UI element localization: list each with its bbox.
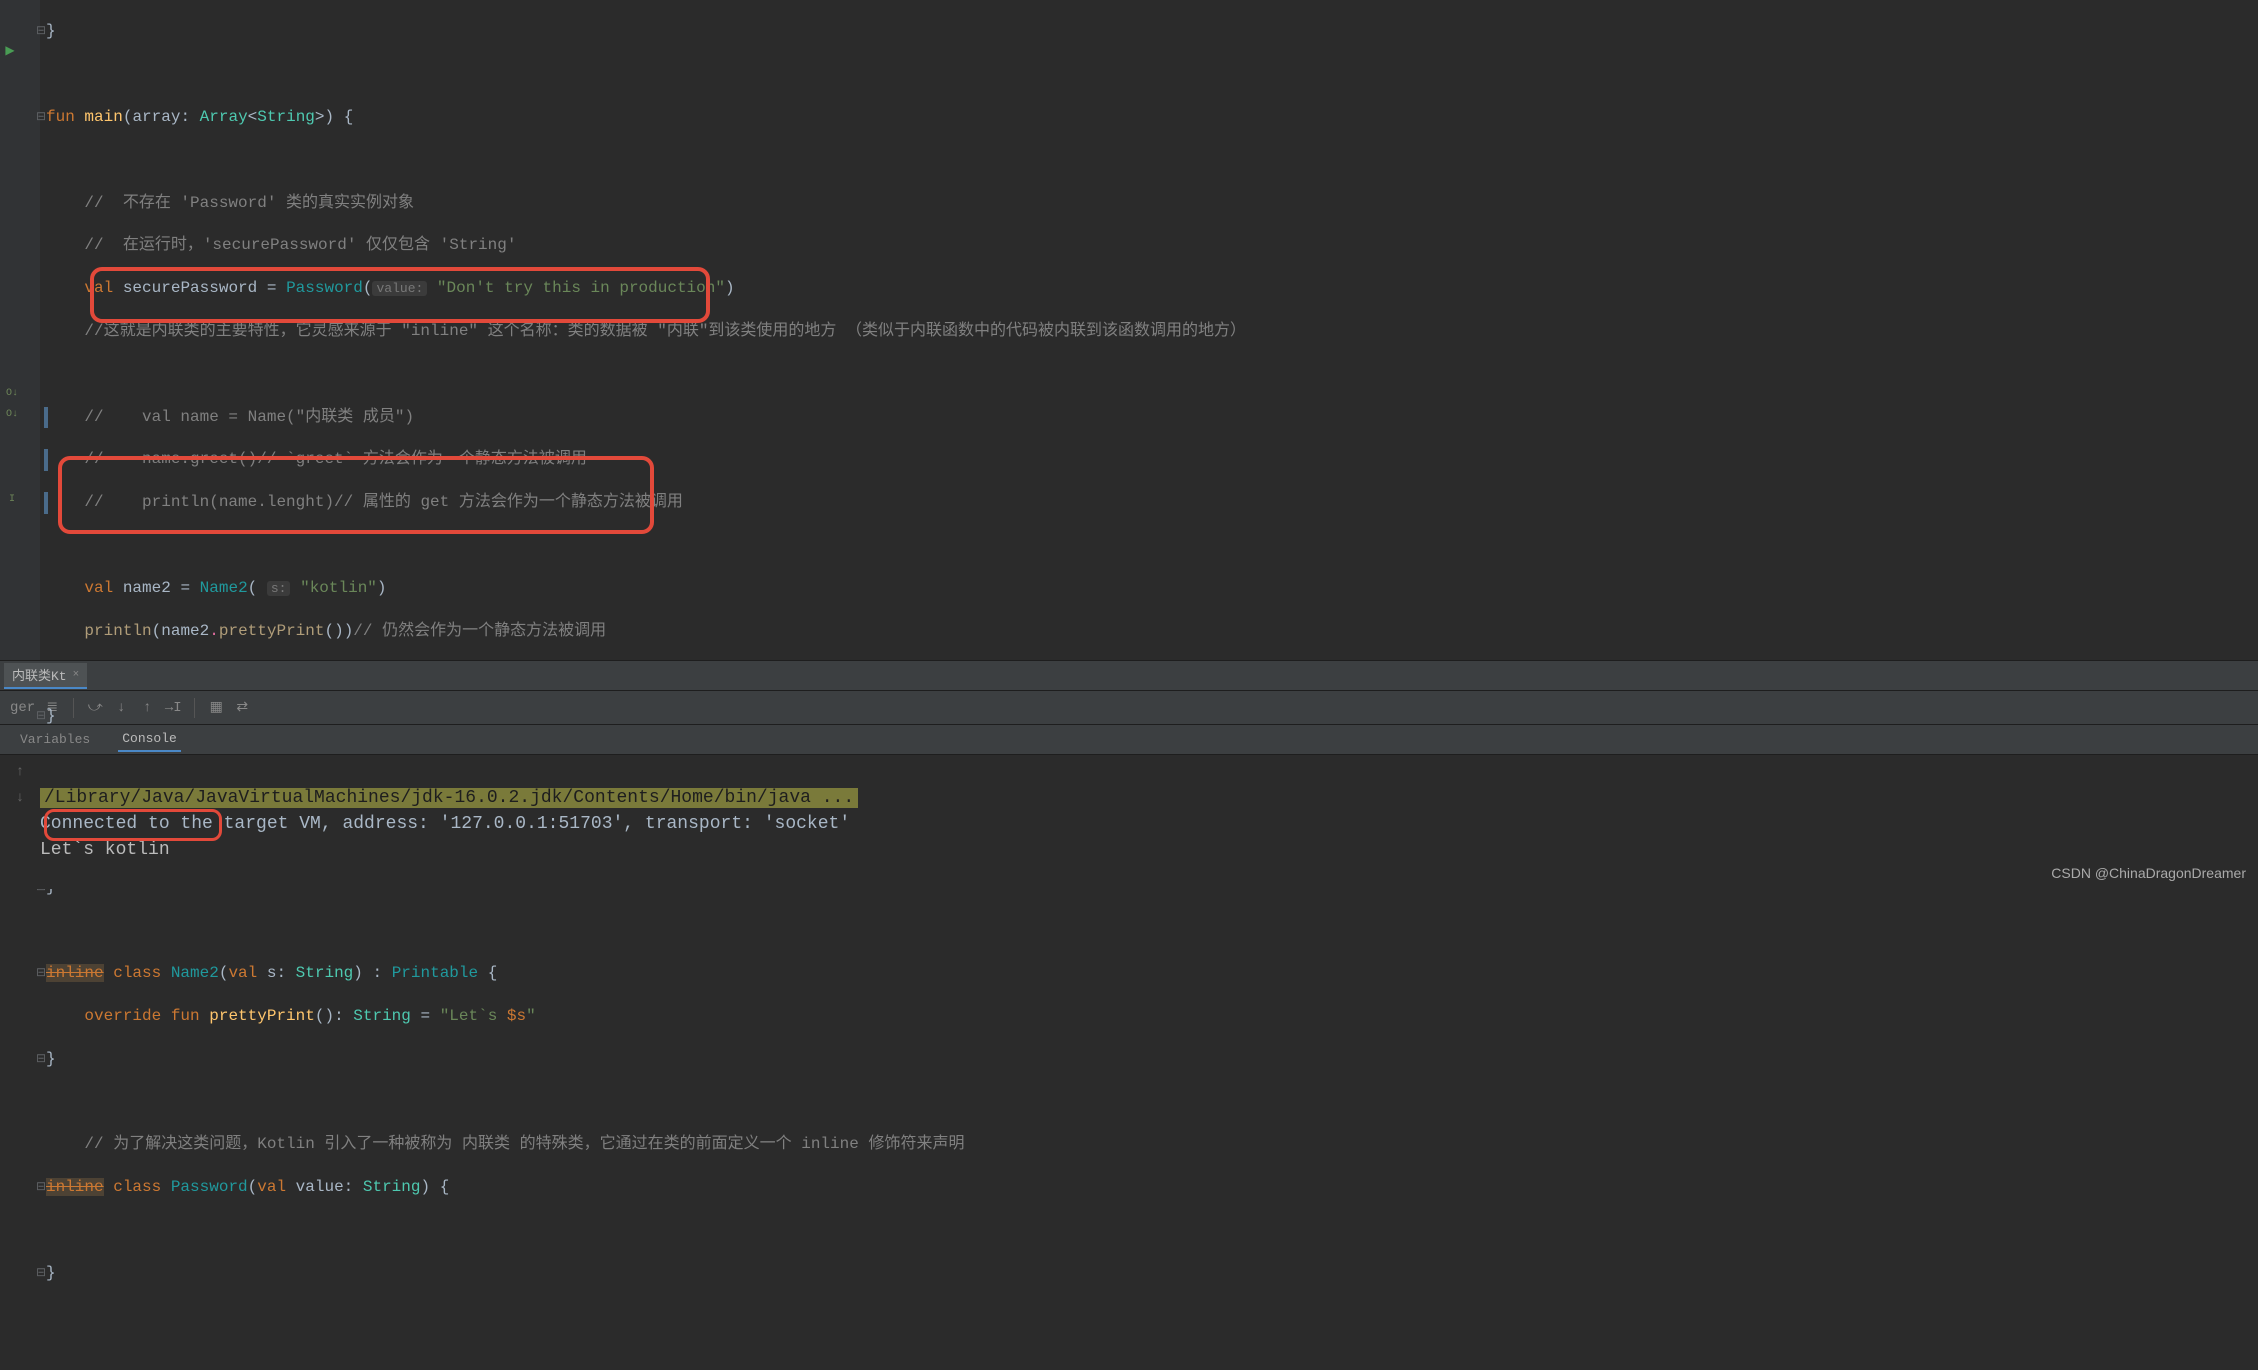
param-hint: s: xyxy=(267,581,291,596)
code-text[interactable]: ⊟} ⊟fun main(array: Array<String>) { // … xyxy=(40,0,2258,660)
param-hint: value: xyxy=(372,281,427,296)
vcs-change-bar xyxy=(44,407,48,428)
override-icon[interactable]: O↓ xyxy=(4,407,20,423)
override-icon[interactable]: O↓ xyxy=(4,386,20,402)
toolbar-label: ger xyxy=(10,700,35,716)
run-icon[interactable]: ▶ xyxy=(2,43,18,59)
editor-gutter: ▶ O↓ O↓ I xyxy=(0,0,40,660)
implements-icon[interactable]: I xyxy=(4,492,20,508)
vcs-change-bar xyxy=(44,449,48,470)
fold-icon[interactable]: ⊟ xyxy=(36,107,46,128)
console-connected-line: Connected to the target VM, address: '12… xyxy=(40,814,850,834)
scroll-down-icon[interactable]: ↓ xyxy=(11,789,29,807)
console-output-line: Let`s kotlin xyxy=(40,840,170,860)
console-gutter: ↑ ↓ xyxy=(0,755,40,889)
vcs-change-bar xyxy=(44,492,48,513)
watermark: CSDN @ChinaDragonDreamer xyxy=(2051,865,2246,881)
fold-icon[interactable]: ⊟ xyxy=(36,963,46,984)
console-output: ↑ ↓ /Library/Java/JavaVirtualMachines/jd… xyxy=(0,755,2258,889)
console-cmd-line: /Library/Java/JavaVirtualMachines/jdk-16… xyxy=(40,788,858,808)
fold-icon[interactable]: ⊟ xyxy=(36,21,46,42)
fold-icon[interactable]: ⊟ xyxy=(36,1049,46,1070)
console-text[interactable]: /Library/Java/JavaVirtualMachines/jdk-16… xyxy=(40,755,2258,889)
fold-icon[interactable]: ⊟ xyxy=(36,1263,46,1284)
code-editor[interactable]: ▶ O↓ O↓ I ⊟} ⊟fun main(array: Array<Stri… xyxy=(0,0,2258,660)
fold-icon[interactable]: ⊟ xyxy=(36,706,46,727)
scroll-up-icon[interactable]: ↑ xyxy=(11,763,29,781)
fold-icon[interactable]: ⊟ xyxy=(36,1177,46,1198)
